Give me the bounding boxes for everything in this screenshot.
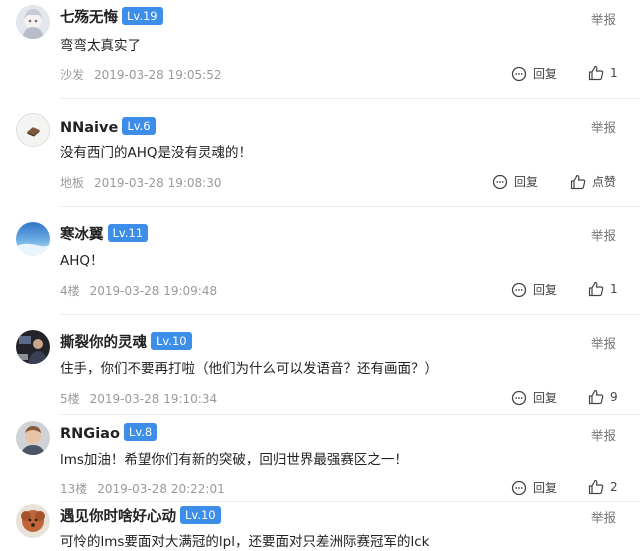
- like-label[interactable]: 点赞: [592, 173, 616, 190]
- avatar[interactable]: [16, 5, 50, 39]
- like-count[interactable]: 9: [610, 390, 618, 404]
- level-badge: Lv.6: [122, 117, 156, 135]
- floor-label: 13楼: [60, 482, 88, 496]
- avatar-anime-icon: [16, 5, 50, 39]
- comment-meta: 地板 2019-03-28 19:08:30: [60, 174, 221, 191]
- comment-text: 弯弯太真实了: [60, 38, 141, 54]
- level-badge: Lv.19: [122, 7, 163, 25]
- like-button[interactable]: 1: [588, 281, 618, 297]
- like-count[interactable]: 1: [610, 282, 618, 296]
- avatar[interactable]: [16, 222, 50, 256]
- username[interactable]: 遇见你时啥好心动 Lv.10: [60, 505, 221, 526]
- floor-label: 地板: [60, 176, 85, 190]
- like-count[interactable]: 2: [610, 480, 618, 494]
- avatar-dog-icon: [16, 504, 50, 538]
- chat-bubble-icon: [511, 390, 527, 405]
- report-button[interactable]: 举报: [591, 9, 616, 28]
- divider: [60, 206, 640, 207]
- username-text[interactable]: NNaive: [60, 120, 118, 136]
- comment-text: 住手，你们不要再打啦（他们为什么可以发语音？还有画面？）: [60, 361, 438, 377]
- reply-button[interactable]: 回复: [492, 173, 538, 190]
- timestamp: 2019-03-28 20:22:01: [97, 482, 225, 496]
- comment-text: 可怜的lms要面对大满冠的lpl，还要面对只差洲际赛冠军的lck: [60, 534, 430, 550]
- reply-button[interactable]: 回复: [511, 281, 557, 298]
- thumbs-up-icon: [588, 65, 604, 81]
- reply-button[interactable]: 回复: [511, 389, 557, 406]
- username-text[interactable]: 遇见你时啥好心动: [60, 509, 176, 525]
- avatar[interactable]: [16, 113, 50, 147]
- comment-text: 没有西门的AHQ是没有灵魂的！: [60, 145, 253, 161]
- divider: [60, 98, 640, 99]
- reply-label[interactable]: 回复: [533, 389, 557, 406]
- thumbs-up-icon: [570, 174, 586, 189]
- avatar-photo-icon: [16, 330, 50, 364]
- like-button[interactable]: 2: [588, 479, 618, 495]
- chat-bubble-icon: [511, 66, 527, 81]
- username-text[interactable]: 寒冰翼: [60, 227, 104, 243]
- reply-label[interactable]: 回复: [533, 479, 557, 496]
- divider: [60, 314, 640, 315]
- level-badge: Lv.10: [151, 332, 192, 350]
- reply-button[interactable]: 回复: [511, 65, 557, 82]
- level-badge: Lv.10: [180, 506, 221, 524]
- avatar[interactable]: [16, 504, 50, 538]
- timestamp: 2019-03-28 19:05:52: [94, 68, 222, 82]
- report-button[interactable]: 举报: [591, 425, 616, 444]
- chat-bubble-icon: [492, 174, 508, 189]
- reply-label[interactable]: 回复: [514, 173, 538, 190]
- floor-label: 5楼: [60, 392, 80, 406]
- thumbs-up-icon: [588, 281, 604, 297]
- username-text[interactable]: 撕裂你的灵魂: [60, 335, 147, 351]
- avatar-sea-icon: [16, 222, 50, 256]
- floor-label: 沙发: [60, 68, 85, 82]
- reply-label[interactable]: 回复: [533, 281, 557, 298]
- level-badge: Lv.11: [107, 224, 149, 242]
- reply-label[interactable]: 回复: [533, 65, 557, 82]
- username-text[interactable]: 七殇无悔: [60, 10, 118, 26]
- thumbs-up-icon: [588, 479, 604, 495]
- comment-meta: 沙发 2019-03-28 19:05:52: [60, 66, 221, 83]
- avatar-photo-icon: [16, 421, 50, 455]
- reply-button[interactable]: 回复: [511, 479, 557, 496]
- divider: [60, 414, 640, 415]
- comment-meta: 5楼 2019-03-28 19:10:34: [60, 390, 217, 407]
- timestamp: 2019-03-28 19:10:34: [89, 392, 218, 406]
- username[interactable]: 寒冰翼 Lv.11: [60, 223, 149, 244]
- comment-text: AHQ！: [60, 253, 104, 269]
- timestamp: 2019-03-28 19:09:48: [89, 284, 218, 298]
- chat-bubble-icon: [511, 282, 527, 297]
- like-count[interactable]: 1: [610, 66, 618, 80]
- report-button[interactable]: 举报: [591, 333, 616, 352]
- like-button[interactable]: 9: [588, 389, 618, 405]
- comment-meta: 4楼 2019-03-28 19:09:48: [60, 282, 217, 299]
- username[interactable]: 撕裂你的灵魂 Lv.10: [60, 331, 192, 352]
- divider: [60, 501, 640, 502]
- avatar[interactable]: [16, 421, 50, 455]
- timestamp: 2019-03-28 19:08:30: [94, 176, 222, 190]
- username[interactable]: NNaive Lv.6: [60, 117, 156, 136]
- username[interactable]: RNGiao Lv.8: [60, 423, 158, 442]
- report-button[interactable]: 举报: [591, 117, 616, 136]
- floor-label: 4楼: [60, 284, 80, 298]
- thumbs-up-icon: [588, 389, 604, 405]
- avatar-object-icon: [17, 114, 49, 146]
- level-badge: Lv.8: [123, 423, 158, 441]
- username-text[interactable]: RNGiao: [60, 426, 120, 442]
- chat-bubble-icon: [511, 480, 527, 495]
- username[interactable]: 七殇无悔 Lv.19: [60, 6, 163, 27]
- comment-meta: 13楼 2019-03-28 20:22:01: [60, 480, 225, 497]
- like-button[interactable]: 1: [588, 65, 618, 81]
- report-button[interactable]: 举报: [591, 507, 616, 526]
- avatar[interactable]: [16, 330, 50, 364]
- comment-text: lms加油！希望你们有新的突破，回归世界最强赛区之一！: [60, 452, 408, 468]
- report-button[interactable]: 举报: [591, 225, 616, 244]
- like-button[interactable]: 点赞: [570, 173, 616, 190]
